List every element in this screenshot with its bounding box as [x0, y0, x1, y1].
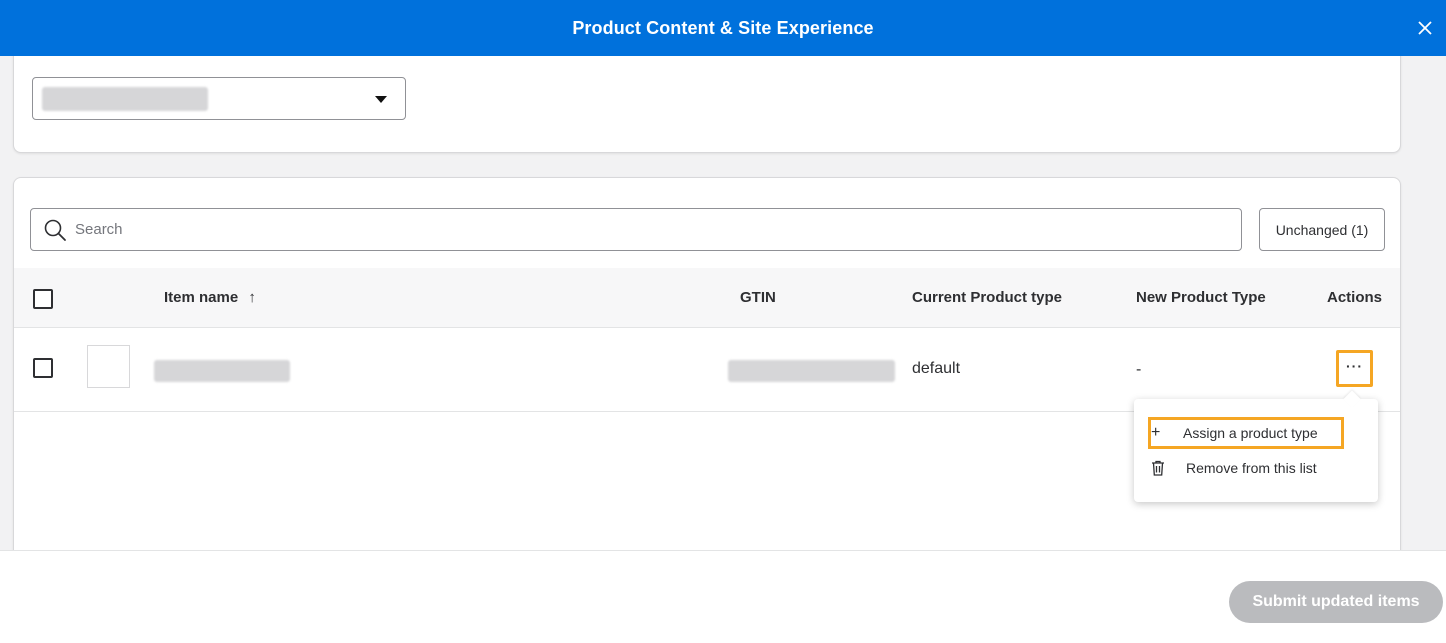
more-options-icon: ···: [1346, 358, 1363, 374]
select-all-checkbox[interactable]: [33, 289, 53, 309]
remove-from-list-label: Remove from this list: [1186, 460, 1317, 476]
remove-from-list-item[interactable]: Remove from this list: [1151, 452, 1317, 484]
column-header-actions: Actions: [1327, 289, 1383, 306]
row-actions-button[interactable]: ···: [1336, 350, 1373, 387]
new-product-type: -: [1136, 361, 1142, 378]
actions-menu: + Assign a product type Remove from this…: [1134, 390, 1378, 502]
submit-updated-items-button[interactable]: Submit updated items: [1229, 581, 1443, 623]
trash-icon: [1151, 460, 1175, 476]
sort-ascending-icon: ↑: [248, 289, 256, 306]
table-header: Item name ↑ GTIN Current Product type Ne…: [14, 268, 1400, 328]
close-icon: [1418, 21, 1432, 35]
modal-title: Product Content & Site Experience: [572, 17, 874, 38]
row-checkbox[interactable]: [33, 358, 53, 378]
item-thumbnail: [87, 345, 130, 388]
plus-icon: +: [1151, 424, 1161, 441]
gtin-redacted: [728, 360, 895, 382]
column-header-gtin: GTIN: [740, 289, 776, 306]
search-icon: [44, 219, 66, 241]
search-input[interactable]: [75, 221, 1175, 238]
category-dropdown[interactable]: [32, 77, 406, 120]
assign-product-type-item[interactable]: + Assign a product type: [1148, 417, 1344, 449]
dropdown-value-redacted: [42, 87, 208, 111]
item-name-label: Item name: [164, 289, 239, 306]
assign-product-type-label: Assign a product type: [1183, 425, 1318, 441]
search-box[interactable]: [30, 208, 1242, 251]
column-header-item-name[interactable]: Item name ↑: [164, 289, 256, 306]
close-button[interactable]: [1414, 17, 1436, 39]
caret-down-icon: [375, 96, 387, 103]
filter-card: [13, 56, 1401, 153]
modal-footer: Submit updated items: [0, 550, 1446, 643]
unchanged-filter-button[interactable]: Unchanged (1): [1259, 208, 1385, 251]
column-header-current-type: Current Product type: [912, 289, 1063, 306]
current-product-type: default: [912, 360, 961, 377]
modal-header: Product Content & Site Experience: [0, 0, 1446, 56]
item-name-redacted: [154, 360, 290, 382]
column-header-new-type: New Product Type: [1136, 289, 1266, 306]
